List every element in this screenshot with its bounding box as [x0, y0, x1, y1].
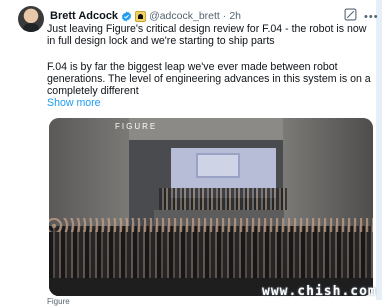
show-more-link[interactable]: Show more — [47, 97, 101, 109]
avatar[interactable] — [18, 6, 44, 32]
author-name[interactable]: Brett Adcock — [50, 10, 118, 22]
watermark: www.chish.com — [262, 284, 377, 299]
post-text-paragraph-1: Just leaving Figure's critical design re… — [47, 23, 367, 47]
more-options-icon[interactable]: ••• — [364, 12, 379, 23]
post-time[interactable]: 2h — [229, 10, 241, 22]
verified-badge-icon — [121, 10, 132, 22]
media-caption: Figure — [47, 297, 70, 306]
post-header: Brett Adcock @adcock_brett · 2h — [50, 8, 241, 24]
side-strip — [376, 0, 382, 300]
audience-heads — [49, 218, 373, 232]
grok-icon[interactable] — [344, 8, 357, 21]
separator-dot: · — [222, 10, 227, 22]
post-media-photo[interactable]: FIGURE — [49, 118, 373, 296]
affiliate-badge-icon — [135, 10, 147, 22]
figure-logo-text: FIGURE — [115, 122, 158, 131]
post-text-paragraph-2: F.04 is by far the biggest leap we've ev… — [47, 61, 371, 97]
projected-image — [196, 153, 240, 178]
projected-crowd — [159, 188, 287, 210]
author-handle[interactable]: @adcock_brett — [149, 10, 220, 22]
